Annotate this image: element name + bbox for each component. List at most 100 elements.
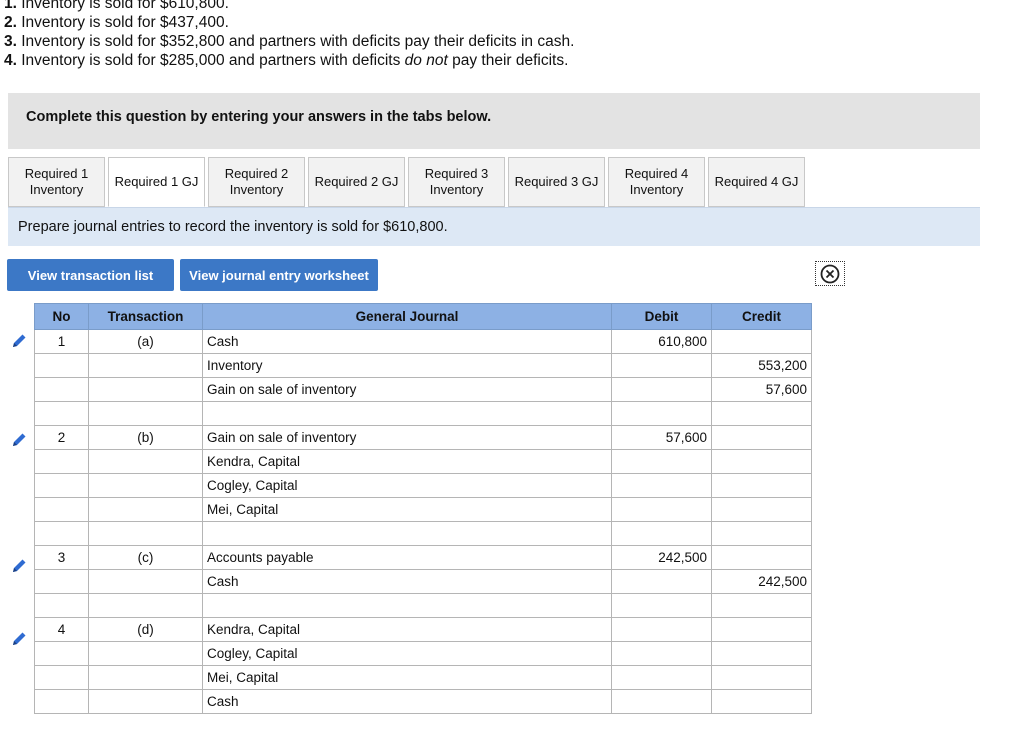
debit-amount-cell[interactable] <box>611 497 712 522</box>
debit-amount-cell[interactable]: 57,600 <box>611 425 712 450</box>
table-row: 4 (d) Kendra, Capital <box>34 617 812 642</box>
transaction-cell <box>88 641 203 666</box>
entry-number-cell <box>34 353 89 378</box>
tab-required-4-gj[interactable]: Required 4 GJ <box>708 157 805 207</box>
debit-amount-cell[interactable] <box>611 521 712 546</box>
credit-amount-cell[interactable] <box>711 449 812 474</box>
entry-number-cell <box>34 401 89 426</box>
account-title-cell[interactable] <box>202 401 612 426</box>
edit-entry-3-pencil-icon[interactable] <box>10 557 28 575</box>
transaction-cell <box>88 353 203 378</box>
debit-amount-cell[interactable] <box>611 377 712 402</box>
account-title-cell[interactable]: Accounts payable <box>202 545 612 570</box>
table-row: Cash 242,500 <box>34 569 812 594</box>
debit-amount-cell[interactable] <box>611 449 712 474</box>
table-row <box>34 401 812 426</box>
debit-amount-cell[interactable] <box>611 473 712 498</box>
journal-header-row: No Transaction General Journal Debit Cre… <box>34 303 812 330</box>
debit-amount-cell[interactable] <box>611 593 712 618</box>
edit-entry-1-pencil-icon[interactable] <box>10 332 28 350</box>
tab-required-1-inventory[interactable]: Required 1 Inventory <box>8 157 105 207</box>
problem-line-1: 1. Inventory is sold for $610,800. <box>4 0 229 12</box>
table-row: Cogley, Capital <box>34 473 812 498</box>
account-title-cell[interactable]: Cash <box>202 569 612 594</box>
account-title-cell[interactable]: Cash <box>202 329 612 354</box>
table-row: Mei, Capital <box>34 665 812 690</box>
entry-number-cell <box>34 665 89 690</box>
credit-amount-cell[interactable] <box>711 665 812 690</box>
entry-number-cell <box>34 377 89 402</box>
credit-amount-cell[interactable] <box>711 641 812 666</box>
credit-amount-cell[interactable] <box>711 497 812 522</box>
account-title-cell[interactable]: Gain on sale of inventory <box>202 377 612 402</box>
credit-amount-cell[interactable] <box>711 545 812 570</box>
credit-amount-cell[interactable]: 242,500 <box>711 569 812 594</box>
credit-amount-cell[interactable] <box>711 425 812 450</box>
entry-number-cell: 2 <box>34 425 89 450</box>
account-title-cell[interactable]: Mei, Capital <box>202 665 612 690</box>
credit-amount-cell[interactable] <box>711 617 812 642</box>
tab-required-2-inventory[interactable]: Required 2 Inventory <box>208 157 305 207</box>
account-title-cell[interactable]: Cogley, Capital <box>202 641 612 666</box>
table-row: Inventory 553,200 <box>34 353 812 378</box>
transaction-cell: (a) <box>88 329 203 354</box>
entry-number-cell: 1 <box>34 329 89 354</box>
account-title-cell[interactable]: Kendra, Capital <box>202 449 612 474</box>
header-debit: Debit <box>611 303 712 330</box>
tab-required-1-gj[interactable]: Required 1 GJ <box>108 157 205 207</box>
problem-line-3: 3. Inventory is sold for $352,800 and pa… <box>4 33 575 50</box>
entry-number-cell <box>34 641 89 666</box>
clear-entries-button[interactable] <box>815 261 845 286</box>
close-circle-icon <box>820 264 840 283</box>
debit-amount-cell[interactable] <box>611 665 712 690</box>
account-title-cell[interactable]: Gain on sale of inventory <box>202 425 612 450</box>
account-title-cell[interactable]: Kendra, Capital <box>202 617 612 642</box>
account-title-cell[interactable]: Mei, Capital <box>202 497 612 522</box>
debit-amount-cell[interactable] <box>611 353 712 378</box>
view-journal-entry-worksheet-button[interactable]: View journal entry worksheet <box>180 259 378 291</box>
transaction-cell <box>88 569 203 594</box>
header-credit: Credit <box>711 303 812 330</box>
transaction-cell <box>88 593 203 618</box>
account-title-cell[interactable]: Inventory <box>202 353 612 378</box>
credit-amount-cell[interactable] <box>711 521 812 546</box>
debit-amount-cell[interactable]: 242,500 <box>611 545 712 570</box>
table-row: Kendra, Capital <box>34 449 812 474</box>
credit-amount-cell[interactable]: 57,600 <box>711 377 812 402</box>
table-row: 1 (a) Cash 610,800 <box>34 329 812 354</box>
entry-number-cell <box>34 521 89 546</box>
debit-amount-cell[interactable] <box>611 401 712 426</box>
tab-required-3-gj[interactable]: Required 3 GJ <box>508 157 605 207</box>
transaction-cell: (b) <box>88 425 203 450</box>
credit-amount-cell[interactable] <box>711 329 812 354</box>
debit-amount-cell[interactable] <box>611 689 712 714</box>
debit-amount-cell[interactable] <box>611 641 712 666</box>
header-no: No <box>34 303 89 330</box>
account-title-cell[interactable] <box>202 521 612 546</box>
table-row: 2 (b) Gain on sale of inventory 57,600 <box>34 425 812 450</box>
edit-entry-2-pencil-icon[interactable] <box>10 431 28 449</box>
general-journal-table: No Transaction General Journal Debit Cre… <box>34 303 812 714</box>
tab-required-4-inventory[interactable]: Required 4 Inventory <box>608 157 705 207</box>
credit-amount-cell[interactable]: 553,200 <box>711 353 812 378</box>
view-transaction-list-button[interactable]: View transaction list <box>7 259 174 291</box>
tab-required-2-gj[interactable]: Required 2 GJ <box>308 157 405 207</box>
requirement-tabs: Required 1 Inventory Required 1 GJ Requir… <box>8 157 808 207</box>
account-title-cell[interactable]: Cogley, Capital <box>202 473 612 498</box>
credit-amount-cell[interactable] <box>711 593 812 618</box>
account-title-cell[interactable] <box>202 593 612 618</box>
tab-instruction-bar: Prepare journal entries to record the in… <box>8 207 980 246</box>
account-title-cell[interactable]: Cash <box>202 689 612 714</box>
instructions-banner: Complete this question by entering your … <box>8 93 980 149</box>
edit-entry-4-pencil-icon[interactable] <box>10 630 28 648</box>
table-row: 3 (c) Accounts payable 242,500 <box>34 545 812 570</box>
debit-amount-cell[interactable] <box>611 569 712 594</box>
credit-amount-cell[interactable] <box>711 473 812 498</box>
credit-amount-cell[interactable] <box>711 401 812 426</box>
transaction-cell: (c) <box>88 545 203 570</box>
credit-amount-cell[interactable] <box>711 689 812 714</box>
debit-amount-cell[interactable] <box>611 617 712 642</box>
debit-amount-cell[interactable]: 610,800 <box>611 329 712 354</box>
table-row <box>34 521 812 546</box>
tab-required-3-inventory[interactable]: Required 3 Inventory <box>408 157 505 207</box>
